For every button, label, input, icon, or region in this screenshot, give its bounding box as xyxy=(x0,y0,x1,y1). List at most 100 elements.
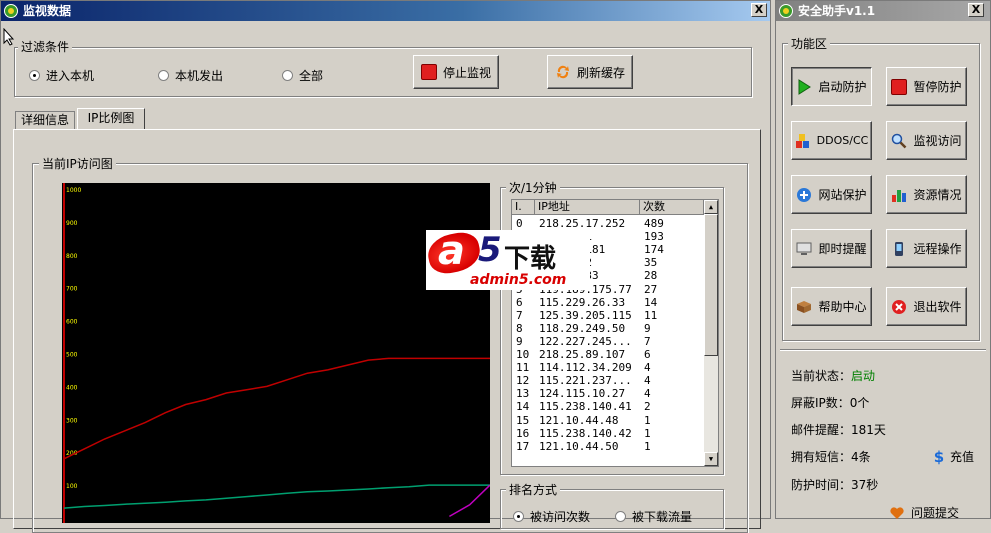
chart-group-label: 当前IP访问图 xyxy=(39,155,116,172)
refresh-cache-button[interactable]: 刷新缓存 xyxy=(547,55,633,89)
refresh-cache-label: 刷新缓存 xyxy=(576,65,625,80)
help-center-button[interactable]: 帮助中心 xyxy=(791,287,872,326)
monitor-window: 监视数据 X 过滤条件 进入本机 本机发出 全部 停止监视 刷新缓存 详细信息 … xyxy=(0,0,771,533)
row-count: 174 xyxy=(644,243,664,257)
table-row[interactable]: 8 118.29.249.50 9 xyxy=(512,322,704,335)
monitor-icon xyxy=(796,242,812,255)
recharge-label: 充值 xyxy=(950,450,975,464)
stop-icon xyxy=(420,64,437,80)
table-row[interactable]: 16 115.238.140.42 1 xyxy=(512,427,704,440)
filter-group-label: 过滤条件 xyxy=(18,38,73,55)
monitor-access-button[interactable]: 监视访问 xyxy=(886,121,967,160)
row-ip: 218.25.17.252 xyxy=(539,217,626,230)
feedback-label: 问题提交 xyxy=(911,506,960,520)
monitor-window-close-button[interactable]: X xyxy=(751,3,767,17)
instant-alert-button[interactable]: 即时提醒 xyxy=(791,229,872,268)
row-ip: 115.238.140.42 xyxy=(539,426,632,440)
column-header-index[interactable]: I. xyxy=(512,200,535,215)
filter-radio-inbound[interactable]: 进入本机 xyxy=(29,67,94,84)
table-row[interactable]: 15 121.10.44.48 1 xyxy=(512,414,704,427)
remote-op-button[interactable]: 远程操作 xyxy=(886,229,967,268)
y-tick-label: 100 xyxy=(66,483,78,490)
pause-protect-button[interactable]: 暂停防护 xyxy=(886,67,967,106)
scroll-up-arrow-icon[interactable]: ▲ xyxy=(704,200,718,214)
sort-radio-visits[interactable]: 被访问次数 xyxy=(513,508,590,525)
ddos-cc-button[interactable]: DDOS/CC xyxy=(791,121,872,160)
row-index: 9 xyxy=(516,334,523,348)
watermark-url: admin5.com xyxy=(470,272,567,288)
y-tick-label: 300 xyxy=(66,417,78,424)
table-row[interactable]: 10 218.25.89.107 6 xyxy=(512,348,704,361)
site-protect-button[interactable]: 网站保护 xyxy=(791,175,872,214)
assistant-window: 安全助手v1.1 X 功能区 启动防护 暂停防护 DDOS/CC 监视访问 网站… xyxy=(775,0,991,521)
watermark-brand-five: 5 xyxy=(478,230,502,270)
filter-radio-all[interactable]: 全部 xyxy=(282,67,323,84)
feedback-link[interactable]: 问题提交 xyxy=(889,504,959,521)
tab-ip-ratio[interactable]: IP比例图 xyxy=(77,108,145,130)
row-ip: 122.227.245... xyxy=(539,334,632,348)
sort-radio-traffic-label: 被下载流量 xyxy=(632,510,693,524)
list-scrollbar[interactable]: ▲ ▼ xyxy=(704,200,718,466)
row-count: 6 xyxy=(644,348,651,361)
row-ip: 125.39.205.115 xyxy=(539,308,632,322)
y-tick-label: 600 xyxy=(66,319,78,326)
app-shield-icon xyxy=(779,4,793,18)
table-row[interactable]: 13 124.115.10.27 4 xyxy=(512,387,704,400)
scroll-down-arrow-icon[interactable]: ▼ xyxy=(704,452,718,466)
radio-dot xyxy=(29,70,40,81)
row-count: 2 xyxy=(644,400,651,414)
table-row[interactable]: 9 122.227.245... 7 xyxy=(512,335,704,348)
column-header-ip[interactable]: IP地址 xyxy=(535,200,640,215)
row-index: 10 xyxy=(516,348,530,361)
series-line-1 xyxy=(63,484,490,509)
sort-radio-visits-label: 被访问次数 xyxy=(530,510,591,524)
exit-app-button[interactable]: 退出软件 xyxy=(886,287,967,326)
column-header-count[interactable]: 次数 xyxy=(640,200,704,215)
table-row[interactable]: 0 218.25.17.252 489 xyxy=(512,217,704,230)
monitor-window-titlebar[interactable]: 监视数据 X xyxy=(1,1,770,21)
dollar-icon: $ xyxy=(933,447,945,466)
filter-group xyxy=(14,47,752,97)
row-count: 1 xyxy=(644,426,651,440)
table-row[interactable]: 12 115.221.237... 4 xyxy=(512,374,704,387)
resource-status-button[interactable]: 资源情况 xyxy=(886,175,967,214)
row-count: 1 xyxy=(644,439,651,453)
assistant-window-close-button[interactable]: X xyxy=(968,3,984,17)
table-row[interactable]: 14 115.238.140.41 2 xyxy=(512,400,704,413)
row-count: 4 xyxy=(644,361,651,375)
row-ip: 218.25.89.107 xyxy=(539,348,626,361)
stop-monitor-button[interactable]: 停止监视 xyxy=(413,55,499,89)
sort-radio-traffic[interactable]: 被下载流量 xyxy=(615,508,692,525)
assistant-window-titlebar[interactable]: 安全助手v1.1 X xyxy=(776,1,990,21)
table-row[interactable]: 7 125.39.205.115 11 xyxy=(512,309,704,322)
row-count: 193 xyxy=(644,230,664,244)
y-tick-label: 500 xyxy=(66,352,78,359)
mail-alert-value: 181天 xyxy=(851,423,886,437)
recharge-link[interactable]: $ 充值 xyxy=(932,448,974,465)
row-index: 11 xyxy=(516,361,530,375)
refresh-icon xyxy=(556,65,569,79)
instant-alert-label: 即时提醒 xyxy=(818,242,867,256)
assistant-window-title: 安全助手v1.1 xyxy=(798,4,876,18)
row-index: 17 xyxy=(516,439,530,453)
scroll-thumb[interactable] xyxy=(704,214,718,356)
row-ip: 121.10.44.50 xyxy=(539,439,619,453)
start-protect-label: 启动防护 xyxy=(818,80,867,94)
table-row[interactable]: 6 115.229.26.33 14 xyxy=(512,296,704,309)
app-shield-icon xyxy=(4,4,18,18)
blocked-ip-value: 0个 xyxy=(849,396,870,410)
table-row[interactable]: 11 114.112.34.209 4 xyxy=(512,361,704,374)
protect-time-label: 防护时间： xyxy=(791,478,852,492)
phone-icon xyxy=(895,241,904,256)
start-protect-button[interactable]: 启动防护 xyxy=(791,67,872,106)
row-index: 7 xyxy=(516,308,523,322)
tab-details[interactable]: 详细信息 xyxy=(15,111,75,129)
row-count: 35 xyxy=(644,256,658,270)
row-ip: 124.115.10.27 xyxy=(539,387,626,401)
row-count: 27 xyxy=(644,282,658,296)
blocks-icon xyxy=(795,133,809,148)
table-row[interactable]: 17 121.10.44.50 1 xyxy=(512,440,704,453)
mouse-cursor-icon xyxy=(3,28,15,46)
row-index: 13 xyxy=(516,387,530,401)
filter-radio-outbound[interactable]: 本机发出 xyxy=(158,67,223,84)
